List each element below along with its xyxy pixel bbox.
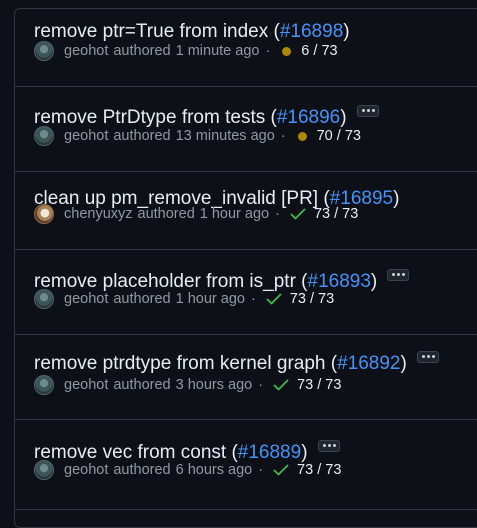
avatar[interactable] [34,460,54,480]
pr-link[interactable]: #16892 [337,353,400,374]
authored-label: authored [137,206,195,222]
authored-label: authored [113,377,171,393]
paren-open: ( [265,107,277,128]
separator-dot: · [258,377,264,393]
ellipsis-icon[interactable] [317,440,340,452]
separator-dot: · [265,43,271,59]
author-link[interactable]: geohot [64,128,108,144]
checks-count[interactable]: 6 / 73 [301,43,337,59]
paren-open: ( [268,21,280,42]
author-link[interactable]: chenyuxyz [64,206,133,222]
commit-title[interactable]: remove ptrdtype from kernel graph [34,353,325,374]
avatar[interactable] [34,289,54,309]
checks-count[interactable]: 73 / 73 [297,377,341,393]
pr-link[interactable]: #16896 [277,107,340,128]
paren-close: ) [370,271,378,292]
avatar[interactable] [34,204,54,224]
separator-dot: · [280,128,286,144]
check-icon[interactable] [290,208,306,220]
author-link[interactable]: geohot [64,462,108,478]
avatar[interactable] [34,126,54,146]
ellipsis-icon[interactable] [416,351,439,363]
status-dot-icon[interactable] [282,46,292,56]
ellipsis-icon[interactable] [356,105,379,117]
relative-time: 6 hours ago [175,462,253,478]
avatar[interactable] [34,41,54,61]
relative-time: 3 hours ago [175,377,253,393]
commit-row: clean up pm_remove_invalid [PR] (#16895)… [15,172,477,250]
paren-close: ) [393,188,400,209]
checks-count[interactable]: 73 / 73 [290,291,334,307]
authored-label: authored [113,43,171,59]
commit-row: remove ptr=True from index (#16898) geoho… [15,9,477,87]
commit-row: remove vec from const (#16889) geohot auth… [15,420,477,510]
paren-close: ) [340,107,347,128]
relative-time: 1 hour ago [199,206,270,222]
checks-count[interactable]: 73 / 73 [314,206,358,222]
checks-count[interactable]: 70 / 73 [317,128,361,144]
authored-label: authored [113,128,171,144]
paren-close: ) [343,21,350,42]
check-icon[interactable] [266,293,282,305]
status-dot-icon[interactable] [297,131,307,141]
commit-row: remove ptrdtype from kernel graph (#1689… [15,335,477,420]
avatar[interactable] [34,375,54,395]
separator-dot: · [275,206,280,222]
check-icon[interactable] [273,379,289,391]
separator-dot: · [250,291,256,307]
commit-row: remove PtrDtype from tests (#16896) geoho… [15,87,477,172]
separator-dot: · [258,462,264,478]
check-icon[interactable] [273,464,289,476]
author-link[interactable]: geohot [64,377,108,393]
paren-open: ( [325,353,338,374]
relative-time: 13 minutes ago [175,128,275,144]
authored-label: authored [113,462,171,478]
commit-row: remove placeholder from is_ptr (#16893) g… [15,250,477,335]
authored-label: authored [113,291,171,307]
author-link[interactable]: geohot [64,43,108,59]
paren-close: ) [400,353,407,374]
commit-title[interactable]: remove ptr=True from index [34,21,268,42]
commit-title[interactable]: remove PtrDtype from tests [34,107,265,128]
commit-list: remove ptr=True from index (#16898) geoho… [14,8,477,528]
pr-link[interactable]: #16898 [280,21,343,42]
ellipsis-icon[interactable] [387,269,410,281]
relative-time: 1 minute ago [175,43,260,59]
checks-count[interactable]: 73 / 73 [297,462,341,478]
author-link[interactable]: geohot [64,291,108,307]
relative-time: 1 hour ago [175,291,245,307]
